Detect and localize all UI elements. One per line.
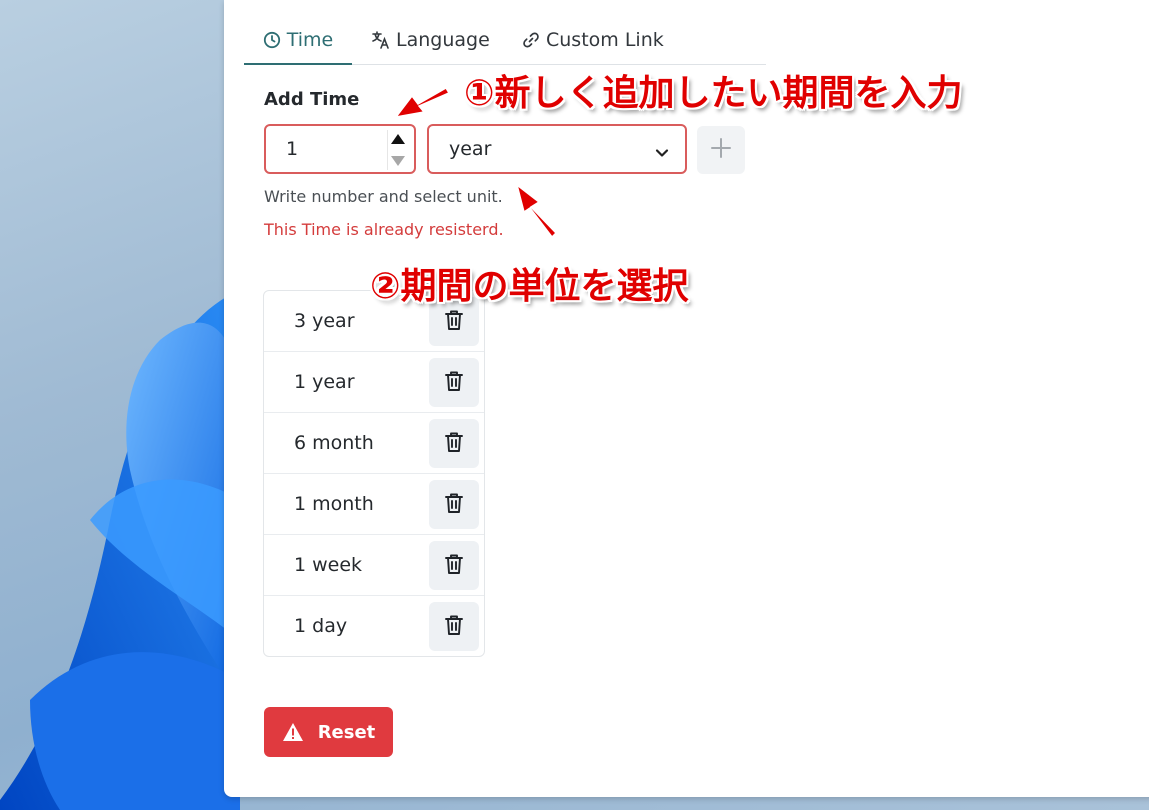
tab-time[interactable]: Time [244, 16, 352, 65]
add-time-title: Add Time [264, 89, 360, 110]
time-item-label: 6 month [294, 432, 374, 454]
plus-icon [710, 137, 732, 163]
delete-button[interactable] [429, 358, 479, 407]
delete-button[interactable] [429, 541, 479, 590]
list-item: 1 week [264, 535, 484, 596]
time-unit-select[interactable]: year [427, 124, 687, 174]
chevron-down-icon [655, 143, 669, 157]
time-number-value: 1 [286, 138, 299, 160]
clock-icon [263, 31, 281, 49]
trash-icon [444, 431, 464, 457]
number-stepper[interactable] [387, 130, 408, 170]
translate-icon [372, 30, 390, 49]
list-item: 6 month [264, 413, 484, 474]
delete-button[interactable] [429, 419, 479, 468]
add-time-button[interactable] [697, 126, 745, 174]
time-number-input[interactable]: 1 [264, 124, 416, 174]
time-item-label: 1 year [294, 371, 355, 393]
trash-icon [444, 553, 464, 579]
tab-custom-link-label: Custom Link [546, 28, 664, 51]
delete-button[interactable] [429, 602, 479, 651]
tab-time-label: Time [286, 28, 334, 51]
trash-icon [444, 370, 464, 396]
time-item-label: 1 week [294, 554, 363, 576]
tab-language-label: Language [396, 28, 490, 51]
tab-language[interactable]: Language [372, 16, 490, 63]
annotation-step2: ②期間の単位を選択 [370, 266, 689, 307]
link-icon [522, 31, 540, 49]
list-item: 1 month [264, 474, 484, 535]
tab-custom-link[interactable]: Custom Link [522, 16, 664, 63]
add-time-error-text: This Time is already resisterd. [264, 220, 504, 239]
annotation-step1: ①新しく追加したい期間を入力 [464, 73, 963, 114]
trash-icon [444, 492, 464, 518]
warning-triangle-icon [282, 722, 304, 742]
reset-button[interactable]: Reset [264, 707, 393, 757]
time-item-label: 1 day [294, 615, 348, 637]
add-time-help-text: Write number and select unit. [264, 187, 503, 206]
stepper-up-icon[interactable] [391, 134, 405, 144]
settings-panel: Time Language Custom Link Add Time 1 yea… [224, 0, 1149, 797]
delete-button[interactable] [429, 480, 479, 529]
list-item: 1 day [264, 596, 484, 657]
time-item-label: 1 month [294, 493, 374, 515]
time-unit-value: year [449, 138, 492, 160]
stepper-down-icon[interactable] [391, 156, 405, 166]
desktop-wallpaper [0, 0, 240, 810]
trash-icon [444, 309, 464, 335]
reset-button-label: Reset [317, 721, 376, 743]
list-item: 1 year [264, 352, 484, 413]
time-list: 3 year 1 year 6 month 1 month 1 week 1 d… [263, 290, 485, 657]
trash-icon [444, 614, 464, 640]
tab-bar: Time Language Custom Link [244, 16, 766, 65]
time-item-label: 3 year [294, 310, 355, 332]
